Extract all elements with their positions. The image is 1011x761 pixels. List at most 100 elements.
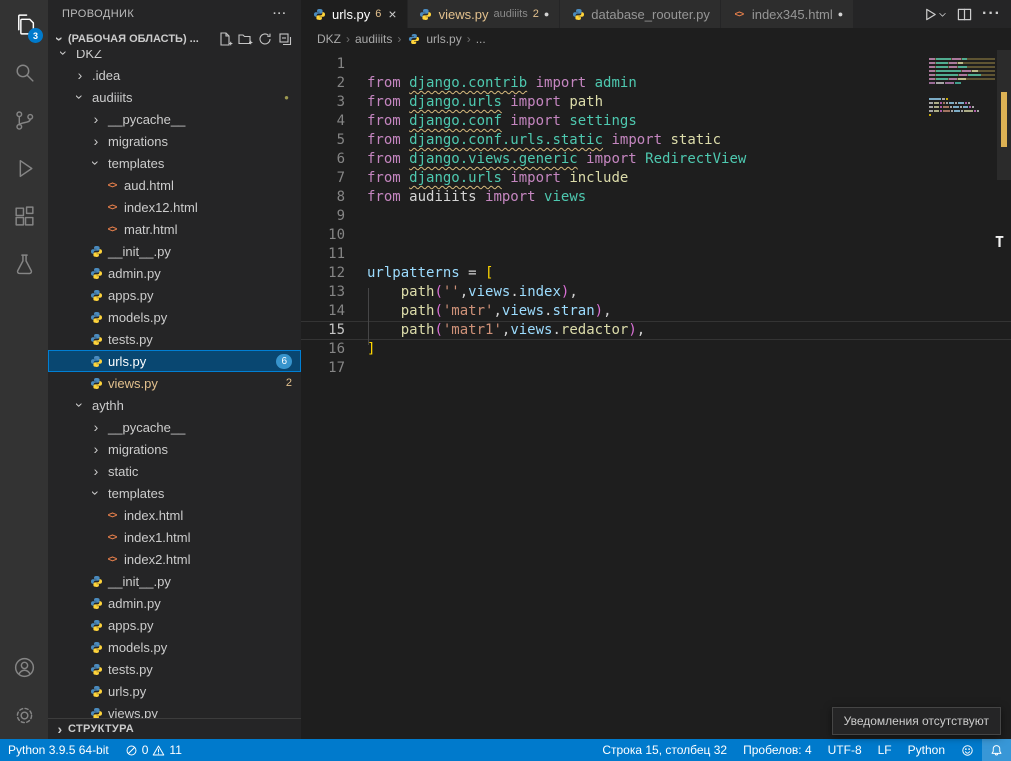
code-line-16[interactable]: 16] <box>301 340 1011 359</box>
language-mode-status[interactable]: Python <box>900 739 953 761</box>
tab-index345.html[interactable]: <>index345.html● <box>721 0 854 28</box>
feedback-icon[interactable] <box>953 739 982 761</box>
code-line-9[interactable]: 9 <box>301 207 1011 226</box>
modified-dot[interactable]: ● <box>544 9 549 19</box>
tree-folder-DKZ[interactable]: ›DKZ <box>48 50 301 64</box>
new-folder-icon[interactable] <box>237 31 253 47</box>
breadcrumb-item-DKZ[interactable]: DKZ <box>317 32 341 46</box>
code-line-5[interactable]: 5from django.conf.urls.static import sta… <box>301 131 1011 150</box>
code-line-13[interactable]: 13 path('',views.index), <box>301 283 1011 302</box>
tree-file-matr.html[interactable]: <>matr.html <box>48 218 301 240</box>
tab-database_roouter.py[interactable]: database_roouter.py <box>560 0 721 28</box>
tree-file-admin.py[interactable]: admin.py <box>48 592 301 614</box>
run-debug-icon[interactable] <box>0 144 48 192</box>
code-line-17[interactable]: 17 <box>301 359 1011 378</box>
explorer-icon[interactable]: 3 <box>0 0 48 48</box>
tree-file-index.html[interactable]: <>index.html <box>48 504 301 526</box>
notification-toast[interactable]: Уведомления отсутствуют <box>832 707 1001 735</box>
source-control-icon[interactable] <box>0 96 48 144</box>
code-line-8[interactable]: 8from audiiits import views <box>301 188 1011 207</box>
encoding-status[interactable]: UTF-8 <box>820 739 870 761</box>
tree-item-label: __pycache__ <box>108 112 185 127</box>
tree-file-tests.py[interactable]: tests.py <box>48 658 301 680</box>
tree-folder-templates[interactable]: ›templates <box>48 482 301 504</box>
tree-file-index12.html[interactable]: <>index12.html <box>48 196 301 218</box>
tree-item-label: index1.html <box>124 530 190 545</box>
tree-file-views.py[interactable]: views.py2 <box>48 372 301 394</box>
tree-folder-templates[interactable]: ›templates <box>48 152 301 174</box>
tree-folder-__pycache__[interactable]: ›__pycache__ <box>48 416 301 438</box>
breadcrumb-item-urls.py[interactable]: urls.py <box>406 32 461 46</box>
line-number: 10 <box>301 226 345 245</box>
tab-urls.py[interactable]: urls.py6× <box>301 0 408 28</box>
tree-file-models.py[interactable]: models.py <box>48 306 301 328</box>
run-python-file-button[interactable] <box>923 7 947 22</box>
minimap-line <box>929 90 995 92</box>
tab-bar: urls.py6×views.pyaudiiits2●database_roou… <box>301 0 1011 28</box>
more-actions-icon[interactable]: ··· <box>982 5 1001 23</box>
indentation-status[interactable]: Пробелов: 4 <box>735 739 820 761</box>
tree-file-models.py[interactable]: models.py <box>48 636 301 658</box>
code-line-14[interactable]: 14 path('matr',views.stran), <box>301 302 1011 321</box>
line-content <box>345 226 367 245</box>
tree-folder-static[interactable]: ›static <box>48 460 301 482</box>
breadcrumb-item-audiiits[interactable]: audiiits <box>355 32 392 46</box>
tree-file-tests.py[interactable]: tests.py <box>48 328 301 350</box>
tree-file-views.py[interactable]: views.py <box>48 702 301 718</box>
python-interpreter-status[interactable]: Python 3.9.5 64-bit <box>0 739 117 761</box>
modified-dot[interactable]: ● <box>838 9 843 19</box>
settings-gear-icon[interactable] <box>0 691 48 739</box>
line-content <box>345 207 367 226</box>
refresh-icon[interactable] <box>257 31 273 47</box>
close-icon[interactable]: × <box>388 6 396 22</box>
account-icon[interactable] <box>0 643 48 691</box>
sidebar-more-actions[interactable]: ··· <box>273 8 287 20</box>
tree-file-__init__.py[interactable]: __init__.py <box>48 570 301 592</box>
tree-file-index2.html[interactable]: <>index2.html <box>48 548 301 570</box>
code-line-15[interactable]: 15 path('matr1',views.redactor), <box>301 321 1011 340</box>
tree-folder-aythh[interactable]: ›aythh <box>48 394 301 416</box>
tree-file-apps.py[interactable]: apps.py <box>48 284 301 306</box>
chevron-right-icon: › <box>88 112 104 126</box>
breadcrumb-item-...[interactable]: ... <box>476 32 486 46</box>
eol-status[interactable]: LF <box>870 739 900 761</box>
search-icon[interactable] <box>0 48 48 96</box>
code-line-10[interactable]: 10 <box>301 226 1011 245</box>
code-line-2[interactable]: 2from django.contrib import admin <box>301 74 1011 93</box>
split-editor-icon[interactable] <box>957 7 972 22</box>
code-line-3[interactable]: 3from django.urls import path <box>301 93 1011 112</box>
minimap-line <box>929 78 995 80</box>
tree-file-__init__.py[interactable]: __init__.py <box>48 240 301 262</box>
tree-item-label: __init__.py <box>108 574 171 589</box>
tree-file-urls.py[interactable]: urls.py <box>48 680 301 702</box>
collapse-all-icon[interactable] <box>277 31 293 47</box>
testing-icon[interactable] <box>0 240 48 288</box>
new-file-icon[interactable] <box>217 31 233 47</box>
tree-file-urls.py[interactable]: urls.py6 <box>48 350 301 372</box>
tree-folder-migrations[interactable]: ›migrations <box>48 438 301 460</box>
cursor-position-status[interactable]: Строка 15, столбец 32 <box>594 739 735 761</box>
overview-ruler[interactable] <box>997 50 1011 739</box>
outline-section[interactable]: › СТРУКТУРА <box>48 718 301 739</box>
tree-file-apps.py[interactable]: apps.py <box>48 614 301 636</box>
notifications-bell-icon[interactable] <box>982 739 1011 761</box>
code-line-12[interactable]: 12urlpatterns = [ <box>301 264 1011 283</box>
code-line-4[interactable]: 4from django.conf import settings <box>301 112 1011 131</box>
tree-file-aud.html[interactable]: <>aud.html <box>48 174 301 196</box>
tree-file-admin.py[interactable]: admin.py <box>48 262 301 284</box>
workspace-section-header[interactable]: › (РАБОЧАЯ ОБЛАСТЬ) ... <box>48 28 301 50</box>
tree-folder-.idea[interactable]: ›.idea <box>48 64 301 86</box>
tree-folder-__pycache__[interactable]: › __pycache__ <box>48 108 301 130</box>
tree-folder-migrations[interactable]: ›migrations <box>48 130 301 152</box>
code-line-1[interactable]: 1 <box>301 55 1011 74</box>
tree-file-index1.html[interactable]: <>index1.html <box>48 526 301 548</box>
code-line-7[interactable]: 7from django.urls import include <box>301 169 1011 188</box>
code-line-11[interactable]: 11 <box>301 245 1011 264</box>
problems-status[interactable]: 0 11 <box>117 739 190 761</box>
minimap[interactable] <box>929 54 995 120</box>
python-file-icon <box>88 707 104 719</box>
tab-views.py[interactable]: views.pyaudiiits2● <box>408 0 561 28</box>
tree-folder-audiiits[interactable]: ›audiiits● <box>48 86 301 108</box>
extensions-icon[interactable] <box>0 192 48 240</box>
code-line-6[interactable]: 6from django.views.generic import Redire… <box>301 150 1011 169</box>
